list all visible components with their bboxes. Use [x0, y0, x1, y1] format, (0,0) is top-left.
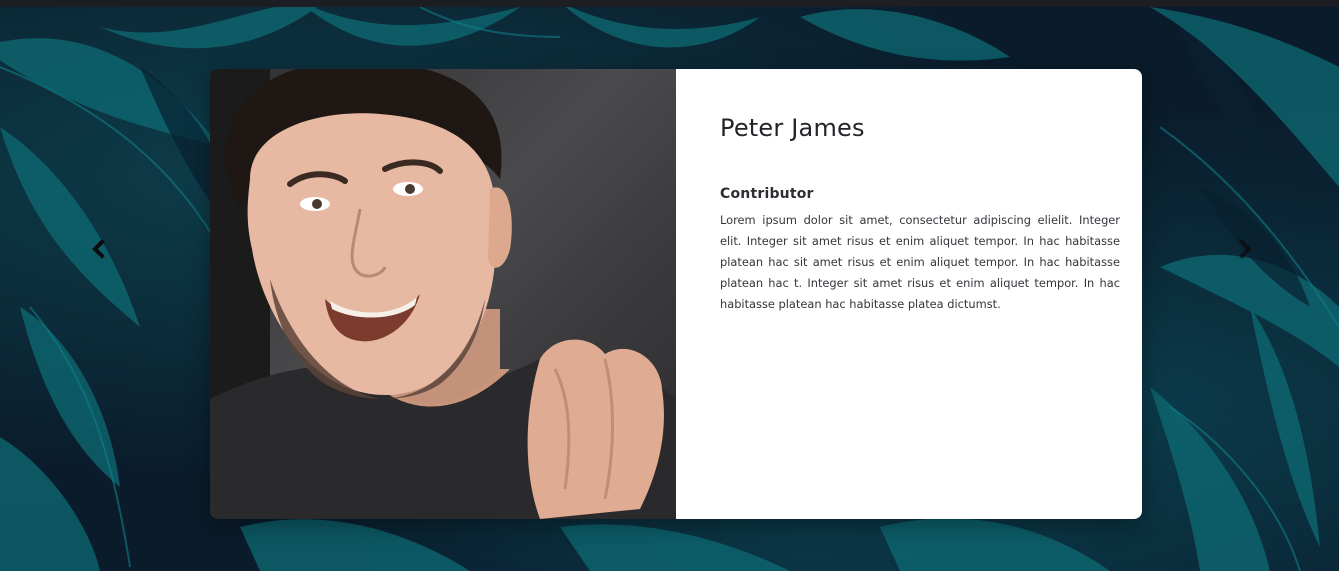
portrait-illustration: [210, 69, 676, 519]
top-strip: [0, 0, 1339, 7]
profile-photo: [210, 69, 676, 519]
profile-details: Peter James Contributor Lorem ipsum dolo…: [676, 69, 1142, 519]
profile-card: Peter James Contributor Lorem ipsum dolo…: [210, 69, 1142, 519]
profile-role: Contributor: [720, 186, 814, 202]
profile-name: Peter James: [720, 114, 865, 142]
carousel-prev-button[interactable]: [88, 234, 110, 264]
profile-bio: Lorem ipsum dolor sit amet, consectetur …: [720, 213, 1120, 311]
chevron-left-icon: [92, 239, 105, 259]
carousel-next-button[interactable]: [1234, 234, 1256, 264]
chevron-right-icon: [1239, 239, 1252, 259]
